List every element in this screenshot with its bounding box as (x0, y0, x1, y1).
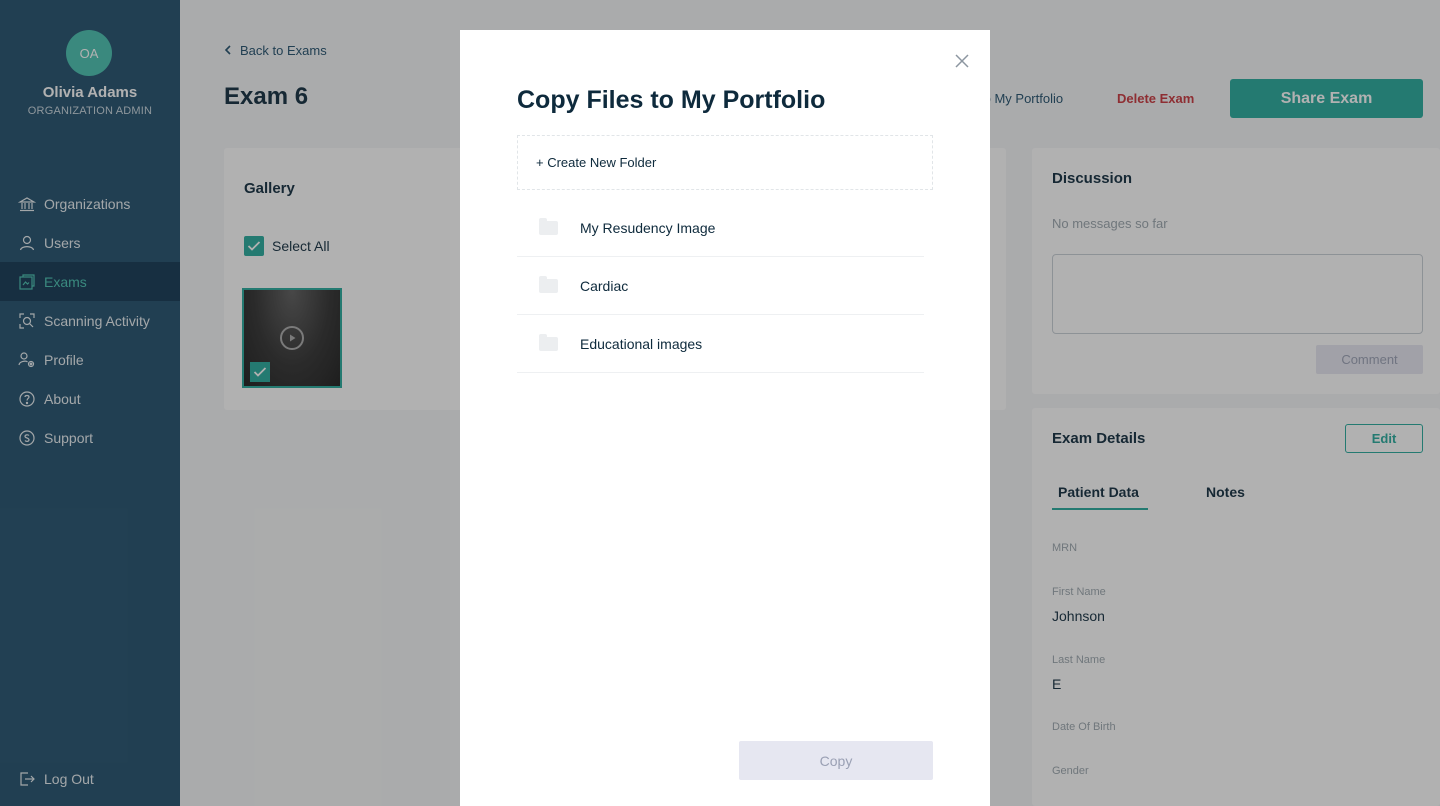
folder-label: Cardiac (580, 277, 629, 294)
folder-icon (539, 217, 558, 235)
folder-item[interactable]: Cardiac (517, 257, 924, 315)
folder-icon (539, 333, 558, 351)
copy-files-modal: Copy Files to My Portfolio + Create New … (460, 30, 990, 806)
create-new-folder-button[interactable]: + Create New Folder (517, 135, 933, 190)
folder-item[interactable]: Educational images (517, 315, 924, 373)
close-icon[interactable] (955, 50, 969, 72)
folder-icon (539, 275, 558, 293)
folder-label: My Resudency Image (580, 219, 716, 236)
modal-title: Copy Files to My Portfolio (517, 86, 826, 114)
copy-button[interactable]: Copy (739, 741, 933, 780)
folder-label: Educational images (580, 335, 703, 352)
folder-list: My Resudency Image Cardiac Educational i… (517, 199, 924, 373)
folder-item[interactable]: My Resudency Image (517, 199, 924, 257)
